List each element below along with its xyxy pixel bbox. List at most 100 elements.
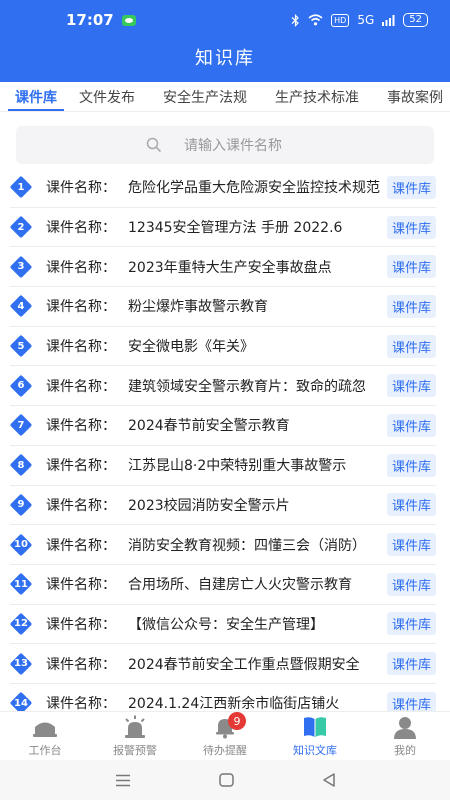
tab-safety-law[interactable]: 安全生产法规	[156, 82, 254, 111]
item-title: 建筑领域安全警示教育片：致命的疏忽	[128, 378, 366, 395]
list-item[interactable]: 8 课件名称： 江苏昆山8·2中荣特别重大事故警示 课件库	[10, 446, 436, 486]
menu-icon[interactable]	[115, 774, 131, 787]
number-badge-icon: 8	[10, 454, 32, 476]
list-item[interactable]: 9 课件名称： 2023校园消防安全警示片 课件库	[10, 486, 436, 526]
battery-icon: 52	[403, 13, 428, 27]
category-tabs: 课件库 文件发布 安全生产法规 生产技术标准 事故案例	[0, 82, 450, 112]
item-title: 江苏昆山8·2中荣特别重大事故警示	[128, 458, 347, 475]
number-badge-icon: 3	[10, 256, 32, 278]
notification-count-badge: 9	[228, 712, 246, 730]
status-bar: 17:07 HD 5G 52	[0, 0, 450, 40]
nav-profile[interactable]: 我的	[360, 712, 450, 760]
number-badge-icon: 6	[10, 375, 32, 397]
user-icon	[394, 717, 416, 739]
category-badge: 课件库	[386, 374, 436, 398]
category-badge: 课件库	[386, 175, 436, 199]
list-item[interactable]: 5 课件名称： 安全微电影《年关》 课件库	[10, 327, 436, 367]
list-item[interactable]: 10 课件名称： 消防安全教育视频：四懂三会（消防） 课件库	[10, 525, 436, 565]
desk-icon	[33, 722, 57, 737]
number-badge-icon: 12	[10, 613, 32, 635]
nav-knowledge[interactable]: 知识文库	[270, 712, 360, 760]
nav-workbench[interactable]: 工作台	[0, 712, 90, 760]
item-title: 合用场所、自建房亡人火灾警示教育	[128, 577, 352, 594]
book-icon	[304, 717, 326, 737]
list-item[interactable]: 3 课件名称： 2023年重特大生产安全事故盘点 课件库	[10, 247, 436, 288]
item-label: 课件名称：	[46, 656, 116, 673]
signal-label: 5G	[357, 13, 375, 27]
item-title: 粉尘爆炸事故警示教育	[128, 299, 268, 316]
item-label: 课件名称：	[46, 497, 116, 514]
number-badge-icon: 1	[10, 176, 32, 198]
tab-tech-standard[interactable]: 生产技术标准	[268, 82, 366, 111]
nav-alarm[interactable]: 报警预警	[90, 712, 180, 760]
item-label: 课件名称：	[46, 259, 116, 276]
number-badge-icon: 5	[10, 335, 32, 357]
signal-icon	[382, 14, 395, 26]
number-badge-icon: 13	[10, 653, 32, 675]
number-badge-icon: 10	[10, 534, 32, 556]
home-icon[interactable]	[218, 773, 234, 787]
item-label: 课件名称：	[46, 458, 116, 475]
item-title: 2023年重特大生产安全事故盘点	[128, 259, 332, 276]
bluetooth-icon	[291, 13, 300, 27]
item-label: 课件名称：	[46, 220, 116, 237]
list-item[interactable]: 7 课件名称： 2024春节前安全警示教育 课件库	[10, 406, 436, 446]
tab-file-release[interactable]: 文件发布	[72, 82, 142, 111]
system-nav-bar	[0, 760, 450, 800]
hd-icon: HD	[331, 13, 350, 27]
item-label: 课件名称：	[46, 577, 116, 594]
item-title: 12345安全管理方法 手册 2022.6	[128, 220, 343, 237]
nav-label: 知识文库	[293, 744, 337, 757]
status-time: 17:07	[66, 11, 114, 29]
category-badge: 课件库	[386, 334, 436, 358]
bottom-nav: 工作台 报警预警 9 待办提醒 知识文库 我的	[0, 711, 450, 760]
item-title: 2023校园消防安全警示片	[128, 497, 290, 514]
alarm-icon	[125, 715, 145, 738]
number-badge-icon: 4	[10, 295, 32, 317]
item-label: 课件名称：	[46, 537, 116, 554]
category-badge: 课件库	[386, 612, 436, 636]
nav-todo[interactable]: 9 待办提醒	[180, 712, 270, 760]
list-item[interactable]: 14 课件名称： 2024.1.24江西新余市临街店铺火 课件库	[10, 684, 436, 711]
number-badge-icon: 7	[10, 414, 32, 436]
item-label: 课件名称：	[46, 418, 116, 435]
page-title: 知识库	[195, 48, 255, 69]
status-icons: HD 5G 52	[291, 13, 428, 27]
item-label: 课件名称：	[46, 339, 116, 356]
list-item[interactable]: 13 课件名称： 2024春节前安全工作重点暨假期安全 课件库	[10, 644, 436, 684]
category-badge: 课件库	[386, 294, 436, 318]
category-badge: 课件库	[386, 652, 436, 676]
list-item[interactable]: 1 课件名称： 危险化学品重大危险源安全监控技术规范 课件库	[10, 168, 436, 208]
wechat-icon	[121, 14, 136, 26]
list-item[interactable]: 4 课件名称： 粉尘爆炸事故警示教育 课件库	[10, 287, 436, 327]
category-badge: 课件库	[386, 453, 436, 477]
tab-courseware[interactable]: 课件库	[8, 82, 64, 111]
item-label: 课件名称：	[46, 378, 116, 395]
back-icon[interactable]	[322, 773, 336, 787]
number-badge-icon: 2	[10, 216, 32, 238]
category-badge: 课件库	[386, 413, 436, 437]
search-placeholder: 请输入课件名称	[184, 138, 282, 154]
item-title: 2024春节前安全工作重点暨假期安全	[128, 656, 360, 673]
wifi-icon	[308, 14, 323, 26]
search-icon	[146, 137, 162, 153]
list-item[interactable]: 11 课件名称： 合用场所、自建房亡人火灾警示教育 课件库	[10, 565, 436, 605]
item-title: 2024.1.24江西新余市临街店铺火	[128, 696, 340, 711]
category-badge: 课件库	[386, 493, 436, 517]
list-item[interactable]: 2 课件名称： 12345安全管理方法 手册 2022.6 课件库	[10, 208, 436, 248]
nav-label: 我的	[394, 744, 416, 757]
search-input[interactable]: 请输入课件名称	[16, 126, 434, 164]
item-title: 安全微电影《年关》	[128, 339, 254, 356]
courseware-list: 1 课件名称： 危险化学品重大危险源安全监控技术规范 课件库 2 课件名称： 1…	[0, 168, 450, 711]
item-label: 课件名称：	[46, 180, 116, 197]
item-title: 危险化学品重大危险源安全监控技术规范	[128, 180, 380, 197]
category-badge: 课件库	[386, 255, 436, 279]
tab-accident-case[interactable]: 事故案例	[380, 82, 450, 111]
category-badge: 课件库	[386, 691, 436, 711]
list-item[interactable]: 12 课件名称： 【微信公众号：安全生产管理】 课件库	[10, 605, 436, 645]
list-item[interactable]: 6 课件名称： 建筑领域安全警示教育片：致命的疏忽 课件库	[10, 366, 436, 407]
number-badge-icon: 14	[10, 692, 32, 711]
number-badge-icon: 11	[10, 573, 32, 595]
nav-label: 待办提醒	[203, 744, 247, 757]
app-header: 17:07 HD 5G 52 知识库	[0, 0, 450, 82]
